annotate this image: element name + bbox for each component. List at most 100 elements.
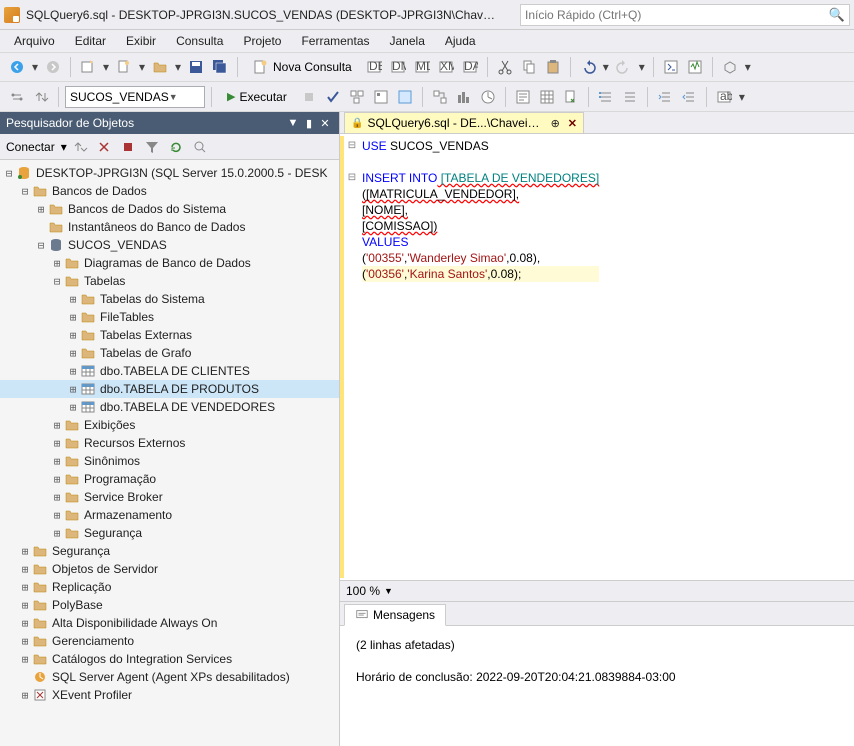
nav-back-dropdown[interactable]: ▾ xyxy=(30,56,40,78)
tree-programming[interactable]: ⊞Programação xyxy=(0,470,339,488)
panel-dropdown-icon[interactable]: ▼ xyxy=(285,117,301,129)
quick-launch-input[interactable] xyxy=(525,8,829,22)
indent-button[interactable] xyxy=(654,86,676,108)
redo-dropdown[interactable]: ▾ xyxy=(637,56,647,78)
tree-management[interactable]: ⊞Gerenciamento xyxy=(0,632,339,650)
tree-security-db[interactable]: ⊞Segurança xyxy=(0,524,339,542)
tree-service-broker[interactable]: ⊞Service Broker xyxy=(0,488,339,506)
properties-button[interactable] xyxy=(660,56,682,78)
cancel-query-button[interactable] xyxy=(298,86,320,108)
code-editor[interactable]: ⊟⊟ USE SUCOS_VENDAS INSERT INTO [TABELA … xyxy=(340,134,854,580)
client-stats-button[interactable] xyxy=(477,86,499,108)
tree-diagrams[interactable]: ⊞Diagramas de Banco de Dados xyxy=(0,254,339,272)
menu-ferramentas[interactable]: Ferramentas xyxy=(293,32,377,50)
menu-janela[interactable]: Janela xyxy=(382,32,433,50)
messages-tab[interactable]: Mensagens xyxy=(344,604,446,626)
menu-ajuda[interactable]: Ajuda xyxy=(437,32,484,50)
available-db-button[interactable] xyxy=(30,86,52,108)
tree-agent[interactable]: ⊞SQL Server Agent (Agent XPs desabilitad… xyxy=(0,668,339,686)
tree-sys-databases[interactable]: ⊞Bancos de Dados do Sistema xyxy=(0,200,339,218)
intellisense-button[interactable] xyxy=(394,86,416,108)
tree-filetables[interactable]: ⊞FileTables xyxy=(0,308,339,326)
menu-arquivo[interactable]: Arquivo xyxy=(6,32,63,50)
editor-tab[interactable]: 🔒 SQLQuery6.sql - DE...\Chaveirinho (57)… xyxy=(344,112,584,133)
tree-views[interactable]: ⊞Exibições xyxy=(0,416,339,434)
save-button[interactable] xyxy=(185,56,207,78)
outdent-button[interactable] xyxy=(678,86,700,108)
tree-table-clientes[interactable]: ⊞dbo.TABELA DE CLIENTES xyxy=(0,362,339,380)
results-file-button[interactable] xyxy=(560,86,582,108)
new-project-button[interactable] xyxy=(77,56,99,78)
menu-projeto[interactable]: Projeto xyxy=(235,32,289,50)
paste-button[interactable] xyxy=(542,56,564,78)
activity-monitor-button[interactable] xyxy=(684,56,706,78)
new-file-button[interactable] xyxy=(113,56,135,78)
code-body[interactable]: USE SUCOS_VENDAS INSERT INTO [TABELA DE … xyxy=(360,136,599,578)
zoom-value[interactable]: 100 % xyxy=(346,584,380,598)
tree-integration[interactable]: ⊞Catálogos do Integration Services xyxy=(0,650,339,668)
tree-replication[interactable]: ⊞Replicação xyxy=(0,578,339,596)
nav-back-button[interactable] xyxy=(6,56,28,78)
live-stats-button[interactable] xyxy=(453,86,475,108)
connect-label[interactable]: Conectar xyxy=(6,140,55,154)
query-options-button[interactable] xyxy=(370,86,392,108)
tree-server[interactable]: ⊟DESKTOP-JPRGI3N (SQL Server 15.0.2000.5… xyxy=(0,164,339,182)
xmla-query-button[interactable]: XMLA xyxy=(435,56,457,78)
new-project-dropdown[interactable]: ▾ xyxy=(101,56,111,78)
cut-button[interactable] xyxy=(494,56,516,78)
tree-server-objects[interactable]: ⊞Objetos de Servidor xyxy=(0,560,339,578)
refresh-button[interactable] xyxy=(165,136,187,158)
tree-ext-tables[interactable]: ⊞Tabelas Externas xyxy=(0,326,339,344)
execute-button[interactable]: ▶ Executar xyxy=(218,86,296,108)
specify-values-button[interactable]: ab xyxy=(713,86,735,108)
tree-snapshots[interactable]: ⊞Instantâneos do Banco de Dados xyxy=(0,218,339,236)
de-query-button[interactable]: DE xyxy=(363,56,385,78)
chevron-down-icon[interactable]: ▼ xyxy=(384,586,393,596)
tree-table-produtos[interactable]: ⊞dbo.TABELA DE PRODUTOS xyxy=(0,380,339,398)
results-grid-button[interactable] xyxy=(536,86,558,108)
database-selector[interactable]: SUCOS_VENDAS ▼ xyxy=(65,86,205,108)
tree-ext-resources[interactable]: ⊞Recursos Externos xyxy=(0,434,339,452)
dmx-query-button[interactable]: DMX xyxy=(387,56,409,78)
mdx-query-button[interactable]: MDX xyxy=(411,56,433,78)
disconnect-button[interactable] xyxy=(93,136,115,158)
undo-button[interactable] xyxy=(577,56,599,78)
panel-close-icon[interactable]: ✕ xyxy=(317,117,333,130)
uncomment-button[interactable] xyxy=(619,86,641,108)
open-file-button[interactable] xyxy=(149,56,171,78)
dax-query-button[interactable]: DAX xyxy=(459,56,481,78)
stop-button[interactable] xyxy=(117,136,139,158)
tree-polybase[interactable]: ⊞PolyBase xyxy=(0,596,339,614)
results-text-button[interactable] xyxy=(512,86,534,108)
comment-button[interactable] xyxy=(595,86,617,108)
copy-button[interactable] xyxy=(518,56,540,78)
menu-exibir[interactable]: Exibir xyxy=(118,32,164,50)
tree-synonyms[interactable]: ⊞Sinônimos xyxy=(0,452,339,470)
save-all-button[interactable] xyxy=(209,56,231,78)
toolbox-dropdown[interactable]: ▾ xyxy=(743,56,753,78)
tree-tables[interactable]: ⊟Tabelas xyxy=(0,272,339,290)
open-file-dropdown[interactable]: ▾ xyxy=(173,56,183,78)
tree-sys-tables[interactable]: ⊞Tabelas do Sistema xyxy=(0,290,339,308)
panel-pin-icon[interactable]: ▮ xyxy=(301,117,317,130)
include-plan-button[interactable] xyxy=(429,86,451,108)
nav-fwd-button[interactable] xyxy=(42,56,64,78)
specify-values-dropdown[interactable]: ▾ xyxy=(737,86,747,108)
tree-graph-tables[interactable]: ⊞Tabelas de Grafo xyxy=(0,344,339,362)
tree-databases[interactable]: ⊟Bancos de Dados xyxy=(0,182,339,200)
toolbox-button[interactable] xyxy=(719,56,741,78)
menu-editar[interactable]: Editar xyxy=(67,32,114,50)
menu-consulta[interactable]: Consulta xyxy=(168,32,231,50)
tree-db-sucos[interactable]: ⊟SUCOS_VENDAS xyxy=(0,236,339,254)
connect-filter-button[interactable] xyxy=(69,136,91,158)
new-query-button[interactable]: Nova Consulta xyxy=(244,56,361,78)
redo-button[interactable] xyxy=(613,56,635,78)
tree-security[interactable]: ⊞Segurança xyxy=(0,542,339,560)
parse-button[interactable] xyxy=(322,86,344,108)
close-tab-icon[interactable]: ✕ xyxy=(568,117,577,130)
tree-table-vendedores[interactable]: ⊞dbo.TABELA DE VENDEDORES xyxy=(0,398,339,416)
quick-launch[interactable]: 🔍 xyxy=(520,4,850,26)
estimated-plan-button[interactable] xyxy=(346,86,368,108)
tree-storage[interactable]: ⊞Armazenamento xyxy=(0,506,339,524)
search-objects-button[interactable] xyxy=(189,136,211,158)
